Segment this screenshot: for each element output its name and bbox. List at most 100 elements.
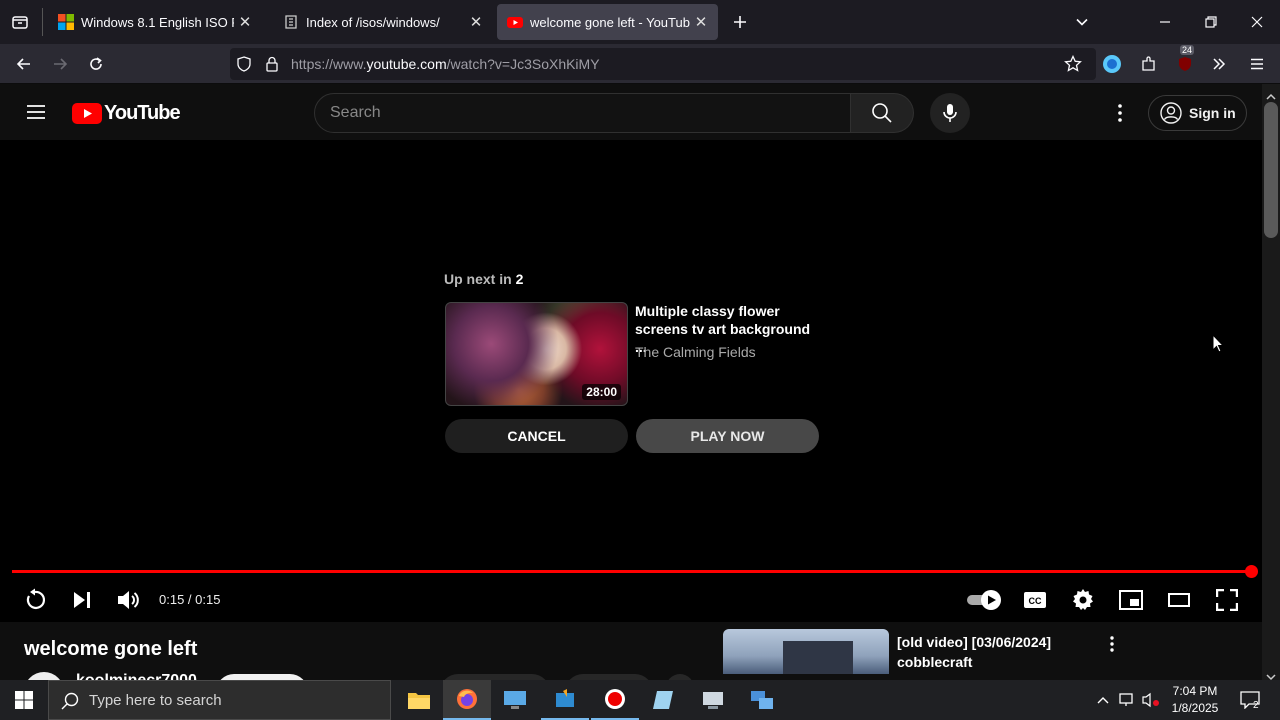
thumbnail-scene	[783, 641, 853, 674]
system-clock[interactable]: 7:04 PM 1/8/2025	[1163, 683, 1227, 717]
fullscreen-button[interactable]	[1210, 583, 1244, 617]
minimize-icon[interactable]	[1153, 10, 1177, 34]
restore-icon[interactable]	[1199, 10, 1223, 34]
lock-icon[interactable]	[260, 52, 284, 76]
voice-search-button[interactable]	[930, 93, 970, 133]
youtube-page: YouTube Sign in Up next in 2 28:00 Multi…	[0, 84, 1262, 680]
countdown: 2	[515, 271, 524, 287]
volume-muted-icon[interactable]	[1139, 688, 1163, 712]
miniplayer-button[interactable]	[1114, 583, 1148, 617]
theater-mode-button[interactable]	[1162, 583, 1196, 617]
search-input[interactable]	[330, 104, 830, 122]
search-icon	[61, 692, 79, 710]
clock-date: 1/8/2025	[1171, 701, 1219, 715]
new-tab-icon[interactable]	[728, 10, 752, 34]
start-button[interactable]	[0, 680, 48, 720]
tab-index-isos[interactable]: Index of /isos/windows/ ✕	[273, 4, 493, 40]
tab-youtube[interactable]: welcome gone left - YouTube ✕	[497, 4, 718, 40]
network-status-icon[interactable]	[1115, 688, 1139, 712]
close-window-icon[interactable]	[1245, 10, 1269, 34]
extension-badge: 24	[1180, 45, 1195, 55]
network-icon	[751, 691, 773, 709]
url-prefix: https://www.	[291, 56, 367, 72]
browser-tab-bar: Windows 8.1 English ISO File - l ✕ Index…	[0, 0, 1280, 44]
close-tab-icon[interactable]: ✕	[469, 13, 483, 31]
taskbar-app-network[interactable]	[738, 680, 786, 720]
address-bar[interactable]: https://www.youtube.com/watch?v=Jc3SoXhK…	[230, 48, 1096, 80]
tracking-protection-icon[interactable]	[232, 52, 256, 76]
channel-name[interactable]: koolminecr7000	[76, 672, 197, 680]
search-icon	[872, 103, 892, 123]
taskbar-file-explorer[interactable]	[395, 680, 443, 720]
account-sync-icon[interactable]	[1100, 52, 1124, 76]
related-video-title[interactable]: [old video] [03/06/2024] cobblecraft	[897, 632, 1051, 672]
video-player[interactable]: Up next in 2 28:00 Multiple classy flowe…	[0, 140, 1262, 622]
url-text: https://www.youtube.com/watch?v=Jc3SoXhK…	[291, 56, 600, 72]
reload-icon[interactable]	[84, 52, 108, 76]
autoplay-toggle[interactable]	[965, 583, 1005, 617]
taskbar-app-display[interactable]	[689, 680, 737, 720]
replay-icon	[26, 588, 46, 609]
video-duration: 28:00	[582, 384, 621, 400]
url-domain: youtube.com	[366, 56, 447, 72]
list-tabs-icon[interactable]	[1070, 10, 1094, 34]
notepad-icon	[653, 691, 673, 709]
more-tools-icon[interactable]	[1207, 52, 1231, 76]
account-icon	[1160, 102, 1182, 124]
record-icon	[605, 689, 625, 709]
progress-bar[interactable]	[12, 570, 1252, 573]
cancel-button[interactable]: CANCEL	[445, 419, 628, 453]
video-info-section: welcome gone left koolminecr7000 [old vi…	[0, 622, 1262, 680]
windows-start-icon	[15, 691, 33, 709]
scrubber-handle[interactable]	[1245, 565, 1258, 578]
ublock-extension-icon[interactable]: 24	[1173, 45, 1197, 76]
close-tab-icon[interactable]: ✕	[694, 13, 708, 31]
search-button[interactable]	[851, 93, 914, 133]
youtube-logo-icon	[72, 102, 102, 124]
play-now-button[interactable]: PLAY NOW	[636, 419, 819, 453]
next-video-thumbnail[interactable]: 28:00	[445, 302, 628, 406]
action-center-icon[interactable]: 2	[1238, 688, 1262, 712]
tab-title: Windows 8.1 English ISO File - l	[81, 14, 234, 30]
taskbar-app-visual-studio[interactable]	[541, 680, 589, 720]
taskbar-app-notes[interactable]	[639, 680, 687, 720]
show-hidden-icons-icon[interactable]	[1091, 688, 1115, 712]
next-button[interactable]	[65, 583, 99, 617]
youtube-header: YouTube Sign in	[0, 84, 1262, 140]
mute-button[interactable]	[112, 583, 146, 617]
microphone-icon	[943, 104, 957, 122]
youtube-logo[interactable]: YouTube	[72, 101, 181, 124]
channel-avatar[interactable]	[24, 672, 64, 680]
theater-mode-icon	[1168, 593, 1190, 607]
settings-button[interactable]	[1066, 583, 1100, 617]
more-options-icon[interactable]	[1108, 101, 1132, 125]
replay-button[interactable]	[18, 583, 52, 617]
related-more-icon[interactable]	[1100, 632, 1124, 656]
extensions-icon[interactable]	[1137, 52, 1161, 76]
tab-windows-iso[interactable]: Windows 8.1 English ISO File - l ✕	[48, 4, 262, 40]
related-video-thumbnail[interactable]	[723, 629, 889, 674]
svg-text:CC: CC	[1029, 596, 1042, 606]
sign-in-button[interactable]: Sign in	[1148, 95, 1247, 131]
forward-icon[interactable]	[48, 52, 72, 76]
hamburger-menu-icon[interactable]	[24, 100, 48, 124]
browser-navigation-bar: https://www.youtube.com/watch?v=Jc3SoXhK…	[0, 44, 1280, 84]
related-channel: cobblecraft	[897, 654, 973, 670]
taskbar-app-computer[interactable]	[491, 680, 539, 720]
scrollbar-thumb[interactable]	[1264, 102, 1278, 238]
tab-overview-icon[interactable]	[8, 10, 32, 34]
clock-time: 7:04 PM	[1172, 684, 1218, 698]
tab-title: welcome gone left - YouTube	[530, 14, 690, 30]
app-menu-icon[interactable]	[1245, 52, 1269, 76]
taskbar-app-recorder[interactable]	[591, 680, 639, 720]
back-icon[interactable]	[12, 52, 36, 76]
subtitles-button[interactable]: CC	[1018, 583, 1052, 617]
taskbar-firefox[interactable]	[443, 680, 491, 720]
search-box[interactable]	[314, 93, 851, 133]
taskbar-search-box[interactable]: Type here to search	[48, 680, 391, 720]
youtube-logo-text: YouTube	[104, 101, 181, 124]
close-tab-icon[interactable]: ✕	[238, 13, 252, 31]
code-editor-icon	[556, 689, 574, 707]
skip-next-icon	[74, 592, 90, 608]
bookmark-star-icon[interactable]	[1061, 52, 1085, 76]
